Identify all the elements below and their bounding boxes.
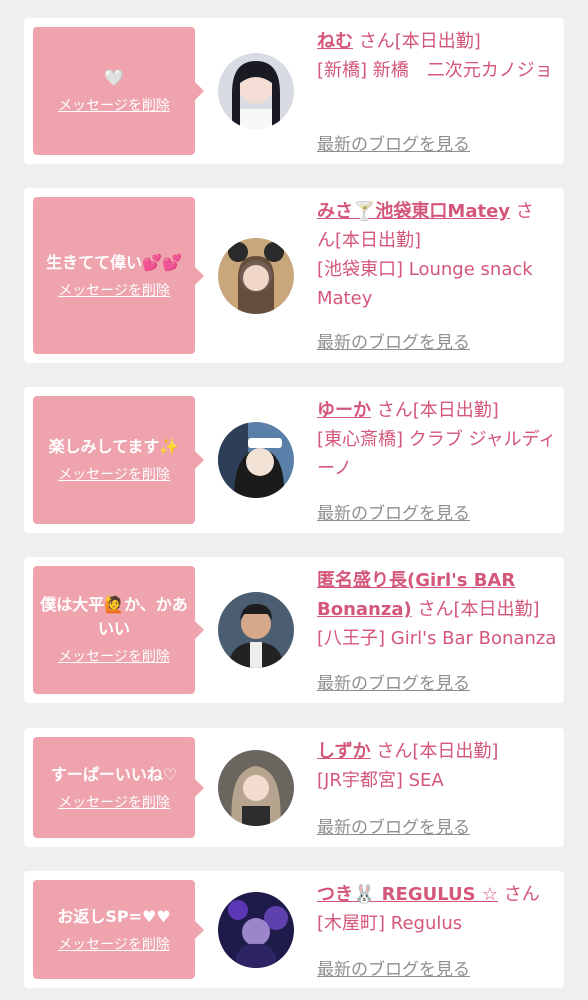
message-card: お返しSP=♥♥ メッセージを削除 つき🐰 REGULUS ☆ さん [木屋町]… bbox=[24, 871, 564, 988]
message-card: 僕は大平🙋か、かあいい メッセージを削除 匿名盛り長(Girl's BAR Bo… bbox=[24, 557, 564, 703]
message-card: すーぱーいいね♡ メッセージを削除 しずか さん[本日出勤] [JR宇都宮] S… bbox=[24, 728, 564, 847]
cast-info: しずか さん[本日出勤] [JR宇都宮] SEA bbox=[317, 737, 557, 795]
message-text: 生きてて偉い💕💕 bbox=[46, 252, 182, 272]
shop-info: [木屋町] Regulus bbox=[317, 913, 463, 934]
work-status: [本日出勤] bbox=[412, 741, 499, 762]
message-text: 楽しみしてます✨ bbox=[48, 437, 180, 456]
shop-info: [新橋] 新橋 二次元カノジョ bbox=[317, 60, 553, 81]
blog-link[interactable]: 最新のブログを見る bbox=[317, 813, 470, 838]
avatar[interactable] bbox=[218, 750, 294, 826]
shop-info: [東心斎橋] クラブ ジャルディーノ bbox=[317, 429, 557, 479]
cast-info: ゆーか さん[本日出勤] [東心斎橋] クラブ ジャルディーノ bbox=[317, 396, 557, 483]
message-bubble: 楽しみしてます✨ メッセージを削除 bbox=[33, 396, 204, 524]
cast-name-link[interactable]: ねむ bbox=[317, 31, 353, 52]
work-status: [本日出勤] bbox=[412, 400, 499, 421]
cast-name-link[interactable]: しずか bbox=[317, 741, 371, 762]
message-text: お返しSP=♥♥ bbox=[57, 906, 171, 926]
cast-info: つき🐰 REGULUS ☆ さん [木屋町] Regulus bbox=[317, 880, 557, 938]
message-card: 楽しみしてます✨ メッセージを削除 ゆーか さん[本日出勤] [東心斎橋] クラ… bbox=[24, 387, 564, 533]
delete-message-link[interactable]: メッセージを削除 bbox=[58, 465, 170, 485]
message-bubble: 🤍 メッセージを削除 bbox=[33, 27, 204, 155]
message-text: 🤍 bbox=[104, 68, 124, 87]
delete-message-link[interactable]: メッセージを削除 bbox=[58, 647, 170, 667]
honorific: さん bbox=[503, 884, 540, 905]
honorific: さん bbox=[376, 741, 413, 762]
delete-message-link[interactable]: メッセージを削除 bbox=[58, 793, 170, 813]
cast-name-link[interactable]: つき🐰 REGULUS ☆ bbox=[317, 884, 498, 905]
work-status: [本日出勤] bbox=[394, 31, 481, 52]
message-bubble: すーぱーいいね♡ メッセージを削除 bbox=[33, 737, 204, 838]
blog-link[interactable]: 最新のブログを見る bbox=[317, 130, 470, 155]
blog-link[interactable]: 最新のブログを見る bbox=[317, 955, 470, 980]
delete-message-link[interactable]: メッセージを削除 bbox=[58, 96, 170, 116]
honorific: さん bbox=[417, 599, 454, 620]
message-bubble: 生きてて偉い💕💕 メッセージを削除 bbox=[33, 197, 204, 354]
delete-message-link[interactable]: メッセージを削除 bbox=[58, 935, 170, 955]
avatar[interactable] bbox=[218, 592, 294, 668]
shop-info: [池袋東口] Lounge snack Matey bbox=[317, 259, 533, 309]
message-card: 生きてて偉い💕💕 メッセージを削除 みさ🍸池袋東口Matey さ ん[本日出勤]… bbox=[24, 188, 564, 363]
avatar[interactable] bbox=[218, 892, 294, 968]
blog-link[interactable]: 最新のブログを見る bbox=[317, 328, 470, 353]
avatar[interactable] bbox=[218, 238, 294, 314]
honorific: さ bbox=[515, 201, 534, 222]
cast-name-link[interactable]: ゆーか bbox=[317, 400, 371, 421]
cast-name-link[interactable]: みさ🍸池袋東口Matey bbox=[317, 201, 510, 222]
message-bubble: 僕は大平🙋か、かあいい メッセージを削除 bbox=[33, 566, 204, 694]
message-bubble: お返しSP=♥♥ メッセージを削除 bbox=[33, 880, 204, 979]
honorific: さん bbox=[358, 31, 395, 52]
cast-info: みさ🍸池袋東口Matey さ ん[本日出勤] [池袋東口] Lounge sna… bbox=[317, 197, 557, 313]
cast-info: 匿名盛り長(Girl's BAR Bonanza) さん[本日出勤] [八王子]… bbox=[317, 566, 557, 653]
honorific: さん bbox=[376, 400, 413, 421]
avatar[interactable] bbox=[218, 422, 294, 498]
delete-message-link[interactable]: メッセージを削除 bbox=[58, 281, 170, 301]
message-card: 🤍 メッセージを削除 ねむ さん[本日出勤] [新橋] 新橋 二次元カノジョ 最… bbox=[24, 18, 564, 164]
message-text: すーぱーいいね♡ bbox=[50, 764, 178, 784]
avatar[interactable] bbox=[218, 53, 294, 129]
work-status: ん[本日出勤] bbox=[317, 230, 422, 251]
blog-link[interactable]: 最新のブログを見る bbox=[317, 499, 470, 524]
message-text: 僕は大平🙋か、かあいい bbox=[40, 595, 188, 638]
shop-info: [JR宇都宮] SEA bbox=[317, 770, 444, 791]
blog-link[interactable]: 最新のブログを見る bbox=[317, 669, 470, 694]
work-status: [本日出勤] bbox=[453, 599, 540, 620]
cast-info: ねむ さん[本日出勤] [新橋] 新橋 二次元カノジョ bbox=[317, 27, 557, 85]
shop-info: [八王子] Girl's Bar Bonanza bbox=[317, 628, 557, 649]
